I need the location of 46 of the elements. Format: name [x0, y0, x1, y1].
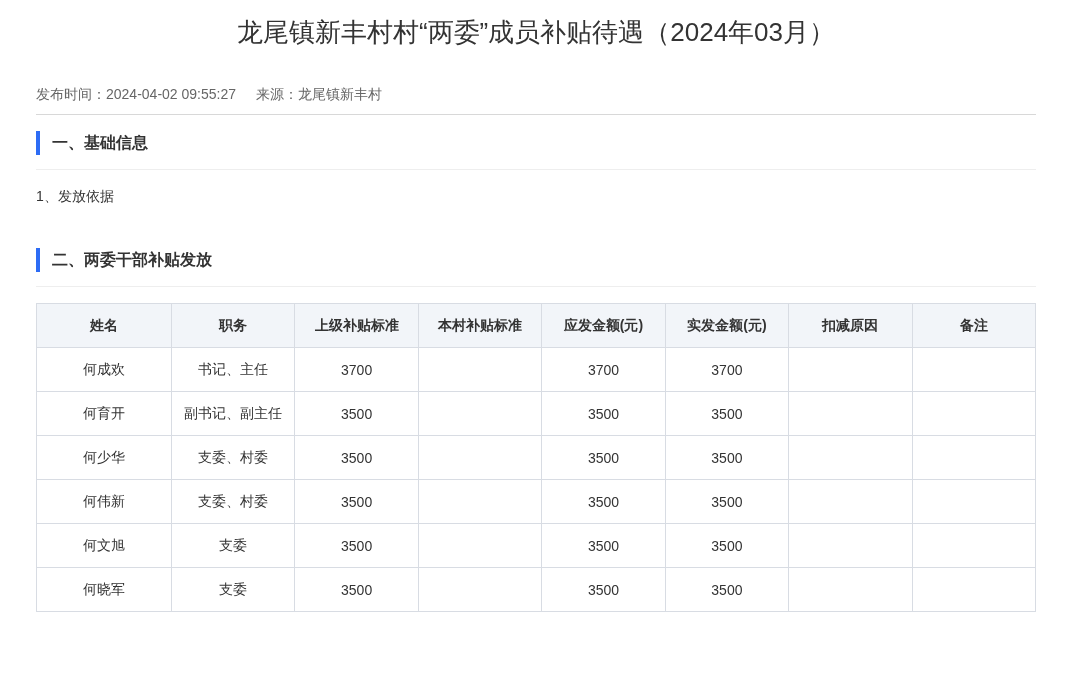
table-cell: 3500 — [541, 567, 666, 612]
section-heading: 二、两委干部补贴发放 — [52, 249, 212, 270]
table-cell: 3500 — [294, 435, 419, 480]
column-header: 应发金额(元) — [541, 303, 666, 348]
table-cell: 3500 — [665, 523, 789, 568]
table-cell: 3500 — [541, 523, 666, 568]
table-cell: 书记、主任 — [171, 347, 295, 392]
table-cell: 3700 — [294, 347, 419, 392]
table-cell: 3700 — [541, 347, 666, 392]
table-cell: 支委 — [171, 523, 295, 568]
table-cell: 何伟新 — [36, 479, 172, 524]
table-cell: 何少华 — [36, 435, 172, 480]
column-header: 上级补贴标准 — [294, 303, 419, 348]
section-marker — [36, 131, 40, 155]
column-header: 备注 — [912, 303, 1036, 348]
column-header: 本村补贴标准 — [418, 303, 542, 348]
table-cell: 3500 — [541, 479, 666, 524]
table-cell: 3500 — [541, 435, 666, 480]
table-cell: 何文旭 — [36, 523, 172, 568]
table-cell: 支委、村委 — [171, 435, 295, 480]
table-cell: 何育开 — [36, 391, 172, 436]
table-cell: 支委、村委 — [171, 479, 295, 524]
table-cell: 3500 — [541, 391, 666, 436]
column-header: 姓名 — [36, 303, 172, 348]
column-header: 职务 — [171, 303, 295, 348]
table-cell: 3500 — [294, 479, 419, 524]
table-cell: 3500 — [294, 567, 419, 612]
column-header: 实发金额(元) — [665, 303, 789, 348]
table-cell: 副书记、副主任 — [171, 391, 295, 436]
table-cell: 3500 — [665, 479, 789, 524]
table-cell: 3500 — [665, 567, 789, 612]
table-cell: 3500 — [294, 523, 419, 568]
table-cell: 何晓军 — [36, 567, 172, 612]
table-cell: 3500 — [665, 391, 789, 436]
table-cell: 支委 — [171, 567, 295, 612]
column-header: 扣减原因 — [788, 303, 913, 348]
page-title: 龙尾镇新丰村村“两委”成员补贴待遇（2024年03月） — [235, 16, 837, 49]
section-marker — [36, 248, 40, 272]
table-cell: 3700 — [665, 347, 789, 392]
source-label: 来源：龙尾镇新丰村 — [256, 86, 382, 104]
publish-time: 发布时间：2024-04-02 09:55:27 — [36, 86, 236, 104]
table-cell: 3500 — [294, 391, 419, 436]
paragraph: 1、发放依据 — [36, 187, 115, 206]
table-cell: 何成欢 — [36, 347, 172, 392]
section-heading: 一、基础信息 — [52, 132, 148, 153]
table-cell: 3500 — [665, 435, 789, 480]
